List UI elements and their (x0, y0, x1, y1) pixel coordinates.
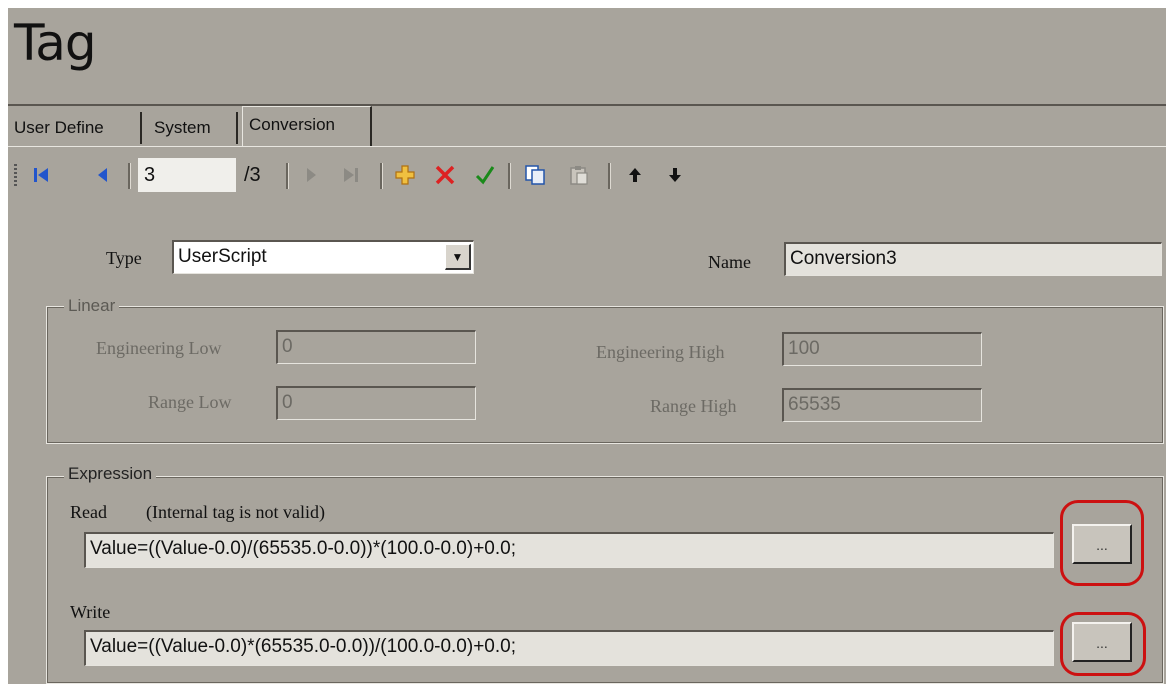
eng-low-field[interactable]: 0 (276, 330, 476, 364)
toolbar-separator (128, 163, 131, 189)
next-record-icon[interactable] (296, 158, 326, 192)
range-low-label: Range Low (148, 392, 232, 412)
name-field[interactable]: Conversion3 (784, 242, 1162, 276)
move-down-icon[interactable] (660, 158, 690, 192)
range-high-field[interactable]: 65535 (782, 388, 982, 422)
toolbar-grip-icon[interactable] (14, 164, 17, 188)
tag-dialog: Tag User Define System Conversion /3 (8, 8, 1166, 684)
write-expression-field[interactable]: Value=((Value-0.0)*(65535.0-0.0))/(100.0… (84, 630, 1054, 666)
paste-icon[interactable] (564, 158, 594, 192)
read-expression-field[interactable]: Value=((Value-0.0)/(65535.0-0.0))*(100.0… (84, 532, 1054, 568)
last-record-icon[interactable] (336, 158, 366, 192)
expression-group-title: Expression (64, 464, 157, 484)
type-select[interactable]: UserScript ▼ (172, 240, 474, 274)
write-highlight-circle (1060, 612, 1146, 676)
move-up-icon[interactable] (620, 158, 650, 192)
record-number-input[interactable] (138, 158, 236, 192)
add-icon[interactable] (390, 158, 420, 192)
record-total: /3 (244, 164, 261, 186)
toolbar-separator (508, 163, 511, 189)
read-highlight-circle (1060, 500, 1144, 586)
window-title: Tag (14, 14, 97, 72)
linear-group (46, 306, 1164, 444)
type-select-value: UserScript (178, 246, 267, 267)
range-high-label: Range High (650, 396, 737, 416)
eng-low-label: Engineering Low (96, 338, 222, 358)
name-label: Name (708, 252, 751, 272)
read-label: Read (70, 502, 107, 522)
write-label: Write (70, 602, 111, 622)
tab-divider (8, 146, 1166, 147)
delete-icon[interactable] (430, 158, 460, 192)
read-note: (Internal tag is not valid) (146, 502, 325, 522)
type-label: Type (106, 248, 142, 268)
prev-record-icon[interactable] (88, 158, 118, 192)
first-record-icon[interactable] (26, 158, 56, 192)
tab-bar: User Define System Conversion (8, 106, 1166, 148)
toolbar-separator (380, 163, 383, 189)
eng-high-label: Engineering High (596, 342, 725, 362)
record-toolbar: /3 (8, 154, 1166, 196)
toolbar-separator (608, 163, 611, 189)
linear-group-title: Linear (64, 296, 120, 316)
range-low-field[interactable]: 0 (276, 386, 476, 420)
chevron-down-icon[interactable]: ▼ (445, 244, 471, 270)
tab-user-define[interactable]: User Define (8, 112, 142, 144)
copy-icon[interactable] (520, 158, 550, 192)
tab-conversion[interactable]: Conversion (242, 106, 372, 146)
eng-high-field[interactable]: 100 (782, 332, 982, 366)
tab-system[interactable]: System (148, 112, 238, 144)
toolbar-separator (286, 163, 289, 189)
confirm-icon[interactable] (470, 158, 500, 192)
